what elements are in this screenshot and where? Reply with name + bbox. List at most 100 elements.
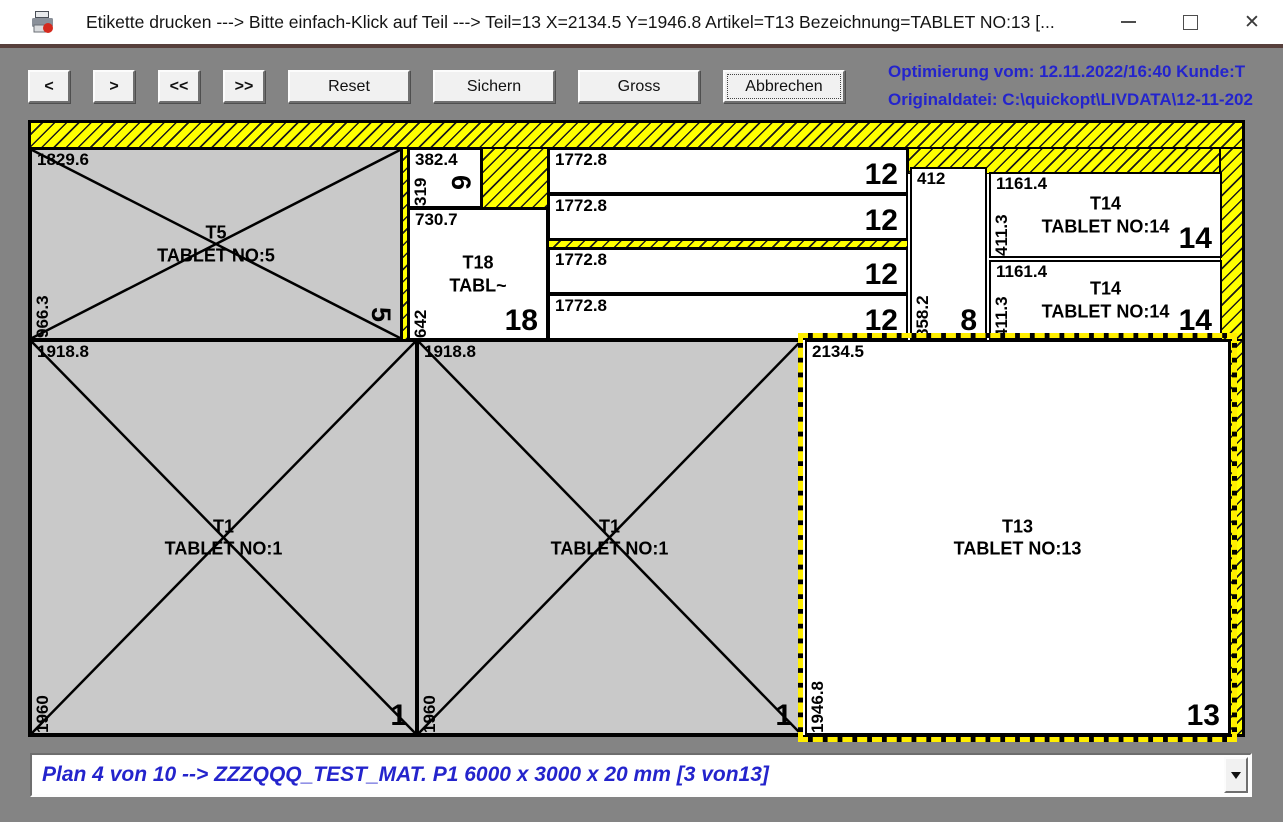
dim-width-label: 1918.8 bbox=[37, 342, 89, 362]
waste-area bbox=[30, 122, 1243, 148]
titlebar-separator bbox=[0, 44, 1283, 48]
minimize-icon bbox=[1121, 21, 1136, 23]
panel-strip12-2[interactable]: 1772.812 bbox=[548, 194, 908, 240]
part-label-line: T1 bbox=[165, 515, 283, 538]
minimize-button[interactable] bbox=[1097, 0, 1159, 44]
dim-height-label: 1960 bbox=[34, 695, 52, 733]
dim-width-label: 1772.8 bbox=[555, 250, 607, 270]
chevron-down-icon bbox=[1231, 772, 1241, 779]
part-quantity-label: 14 bbox=[1179, 306, 1212, 336]
close-icon: ✕ bbox=[1244, 13, 1260, 32]
part-quantity-label: 6 bbox=[447, 175, 474, 190]
cutting-plan: 1829.6966.3T5TABLET NO:55382.43196730.76… bbox=[28, 120, 1245, 737]
panel-T1-b[interactable]: 1918.8 1960 T1TABLET NO:1 1 bbox=[417, 340, 802, 735]
maximize-button[interactable] bbox=[1159, 0, 1221, 44]
plan-selector[interactable]: Plan 4 von 10 --> ZZZQQQ_TEST_MAT. P1 60… bbox=[30, 753, 1252, 797]
part-label-line: T1 bbox=[551, 515, 669, 538]
dim-width-label: 2134.5 bbox=[812, 342, 864, 362]
part-quantity-label: 13 bbox=[1187, 701, 1220, 731]
prev-button[interactable]: < bbox=[28, 70, 70, 103]
dim-height-label: 642 bbox=[412, 310, 430, 338]
part-label-line: TABL~ bbox=[449, 274, 506, 297]
waste-area bbox=[548, 240, 908, 248]
toolbar: < > << >> Reset Sichern Gross Abbrechen bbox=[28, 70, 845, 104]
reset-button[interactable]: Reset bbox=[288, 70, 410, 103]
waste-area bbox=[482, 148, 548, 208]
label-printer-icon bbox=[30, 10, 56, 34]
part-quantity-label: 5 bbox=[367, 307, 394, 322]
window-title: Etikette drucken ---> Bitte einfach-Klic… bbox=[86, 12, 1097, 33]
part-label-line: TABLET NO:5 bbox=[157, 244, 275, 267]
dim-width-label: 1772.8 bbox=[555, 296, 607, 316]
dim-height-label: 411.3 bbox=[993, 296, 1011, 338]
panel-T5[interactable]: 1829.6966.3T5TABLET NO:55 bbox=[30, 148, 402, 340]
part-label-line: TABLET NO:13 bbox=[954, 538, 1082, 561]
part-quantity-label: 8 bbox=[960, 306, 977, 336]
dim-width-label: 1918.8 bbox=[424, 342, 476, 362]
part-label: T18TABL~ bbox=[449, 252, 506, 297]
part-label: T1TABLET NO:1 bbox=[551, 515, 669, 560]
next-button[interactable]: > bbox=[93, 70, 135, 103]
dim-width-label: 1772.8 bbox=[555, 196, 607, 216]
part-label-line: TABLET NO:14 bbox=[1042, 215, 1170, 238]
panel-T14-b[interactable]: 1161.4 411.3 T14TABLET NO:14 14 bbox=[989, 260, 1222, 340]
part-label: T13TABLET NO:13 bbox=[954, 515, 1082, 560]
dim-height-label: 1960 bbox=[421, 695, 439, 733]
panel-strip12-3[interactable]: 1772.8 12 bbox=[548, 248, 908, 294]
dim-height-label: 858.2 bbox=[914, 295, 932, 338]
panel-part8[interactable]: 412 858.2 8 bbox=[910, 167, 987, 340]
dim-width-label: 1829.6 bbox=[37, 150, 89, 170]
first-button[interactable]: << bbox=[158, 70, 200, 103]
last-button[interactable]: >> bbox=[223, 70, 265, 103]
part-label-line: TABLET NO:1 bbox=[165, 538, 283, 561]
panel-T18[interactable]: 730.7 642 T18TABL~ 18 bbox=[408, 208, 548, 340]
dim-width-label: 382.4 bbox=[415, 150, 458, 170]
part-quantity-label: 18 bbox=[505, 306, 538, 336]
plan-selector-dropdown-button[interactable] bbox=[1224, 757, 1248, 793]
waste-area bbox=[1230, 340, 1243, 735]
part-quantity-label: 12 bbox=[865, 260, 898, 290]
waste-area bbox=[1220, 148, 1243, 340]
dim-height-label: 411.3 bbox=[993, 214, 1011, 256]
part-label: T14TABLET NO:14 bbox=[1042, 278, 1170, 323]
dim-width-label: 1772.8 bbox=[555, 150, 607, 170]
part-quantity-label: 12 bbox=[865, 306, 898, 336]
gross-button[interactable]: Gross bbox=[578, 70, 700, 103]
panel-T14-a[interactable]: 1161.4 411.3 T14TABLET NO:14 14 bbox=[989, 172, 1222, 258]
part-label-line: TABLET NO:1 bbox=[551, 538, 669, 561]
abbrechen-button[interactable]: Abbrechen bbox=[723, 70, 845, 103]
panel-strip12-4[interactable]: 1772.8 12 bbox=[548, 294, 908, 340]
title-bar: Etikette drucken ---> Bitte einfach-Klic… bbox=[0, 0, 1283, 44]
original-file-line: Originaldatei: C:\quickopt\LIVDATA\12-11… bbox=[888, 86, 1283, 114]
optimization-date-line: Optimierung vom: 12.11.2022/16:40 Kunde:… bbox=[888, 58, 1283, 86]
panel-strip12-1[interactable]: 1772.8 12 bbox=[548, 148, 908, 194]
part-quantity-label: 14 bbox=[1179, 224, 1212, 254]
part-label-line: T18 bbox=[449, 252, 506, 275]
part-label: T14TABLET NO:14 bbox=[1042, 193, 1170, 238]
panel-T1-a[interactable]: 1918.8 1960 T1TABLET NO:1 1 bbox=[30, 340, 417, 735]
dim-width-label: 1161.4 bbox=[996, 174, 1047, 194]
part-label-line: T14 bbox=[1042, 193, 1170, 216]
part-quantity-label: 1 bbox=[390, 701, 407, 731]
part-label-line: T14 bbox=[1042, 278, 1170, 301]
part-quantity-label: 1 bbox=[775, 701, 792, 731]
part-label: T1TABLET NO:1 bbox=[165, 515, 283, 560]
panel-part6[interactable]: 382.4 319 6 bbox=[408, 148, 482, 208]
dim-width-label: 730.7 bbox=[415, 210, 458, 230]
dim-width-label: 412 bbox=[917, 169, 945, 189]
panel-T13[interactable]: 2134.5 1946.8 T13TABLET NO:13 13 bbox=[805, 340, 1230, 735]
part-label-line: T5 bbox=[157, 222, 275, 245]
maximize-icon bbox=[1183, 15, 1198, 30]
dim-height-label: 1946.8 bbox=[809, 681, 827, 733]
window-controls: ✕ bbox=[1097, 0, 1283, 44]
close-button[interactable]: ✕ bbox=[1221, 0, 1283, 44]
part-quantity-label: 12 bbox=[865, 160, 898, 190]
dim-width-label: 1161.4 bbox=[996, 262, 1047, 282]
dim-height-label: 319 bbox=[412, 178, 430, 206]
app-window: { "window": { "title": "Etikette drucken… bbox=[0, 0, 1283, 822]
plan-selector-value: Plan 4 von 10 --> ZZZQQQ_TEST_MAT. P1 60… bbox=[32, 763, 1224, 787]
part-label-line: TABLET NO:14 bbox=[1042, 300, 1170, 323]
sichern-button[interactable]: Sichern bbox=[433, 70, 555, 103]
part-label-line: T13 bbox=[954, 515, 1082, 538]
optimization-info: Optimierung vom: 12.11.2022/16:40 Kunde:… bbox=[888, 58, 1283, 114]
